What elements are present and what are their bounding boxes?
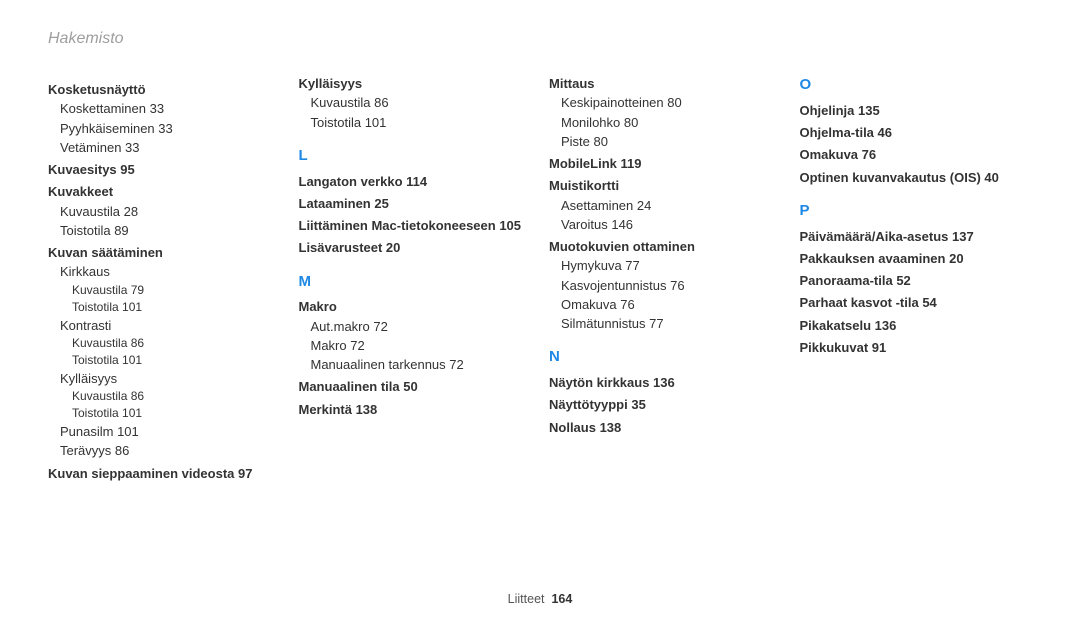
subentry: Silmätunnistus 77 bbox=[561, 316, 782, 332]
entry-merkinta: Merkintä 138 bbox=[299, 402, 532, 418]
subentry: Kuvaustila 79 bbox=[72, 283, 281, 298]
subentry: Kasvojentunnistus 76 bbox=[561, 278, 782, 294]
subentry: Makro 72 bbox=[311, 338, 532, 354]
subentry: Pyyhkäiseminen 33 bbox=[60, 121, 281, 137]
subentry: Kuvaustila 28 bbox=[60, 204, 281, 220]
subentry: Omakuva 76 bbox=[561, 297, 782, 313]
entry-parhaat: Parhaat kasvot -tila 54 bbox=[800, 295, 1033, 311]
subentry: Piste 80 bbox=[561, 134, 782, 150]
subentry: Keskipainotteinen 80 bbox=[561, 95, 782, 111]
subentry: Hymykuva 77 bbox=[561, 258, 782, 274]
subentry: Kuvaustila 86 bbox=[72, 336, 281, 351]
entry-langaton: Langaton verkko 114 bbox=[299, 174, 532, 190]
column-3: Mittaus Keskipainotteinen 80 Monilohko 8… bbox=[549, 76, 782, 484]
entry-manuaalinentila: Manuaalinen tila 50 bbox=[299, 379, 532, 395]
entry-kuvansieppaaminen: Kuvan sieppaaminen videosta 97 bbox=[48, 466, 281, 482]
subentry: Toistotila 89 bbox=[60, 223, 281, 239]
footer-section: Liitteet bbox=[508, 592, 545, 606]
entry-kyllaisyys: Kylläisyys bbox=[299, 76, 532, 92]
entry-kosketusnaytto: Kosketusnäyttö bbox=[48, 82, 281, 98]
subentry: Manuaalinen tarkennus 72 bbox=[311, 357, 532, 373]
subentry: Toistotila 101 bbox=[72, 353, 281, 368]
entry-ohjelmatila: Ohjelma-tila 46 bbox=[800, 125, 1033, 141]
entry-lataaminen: Lataaminen 25 bbox=[299, 196, 532, 212]
entry-muistikortti: Muistikortti bbox=[549, 178, 782, 194]
subentry: Toistotila 101 bbox=[311, 115, 532, 131]
entry-nollaus: Nollaus 138 bbox=[549, 420, 782, 436]
subentry-kirkkaus: Kirkkaus bbox=[60, 264, 281, 280]
subentry: Varoitus 146 bbox=[561, 217, 782, 233]
column-4: O Ohjelinja 135 Ohjelma-tila 46 Omakuva … bbox=[800, 76, 1033, 484]
index-columns: Kosketusnäyttö Koskettaminen 33 Pyyhkäis… bbox=[48, 76, 1032, 484]
entry-paivamaara: Päivämäärä/Aika-asetus 137 bbox=[800, 229, 1033, 245]
subentry: Vetäminen 33 bbox=[60, 140, 281, 156]
page-title: Hakemisto bbox=[48, 30, 1032, 48]
entry-omakuva: Omakuva 76 bbox=[800, 147, 1033, 163]
entry-pikkukuvat: Pikkukuvat 91 bbox=[800, 340, 1033, 356]
subentry-kyllaisyys: Kylläisyys bbox=[60, 371, 281, 387]
subentry: Aut.makro 72 bbox=[311, 319, 532, 335]
subentry: Asettaminen 24 bbox=[561, 198, 782, 214]
column-2: Kylläisyys Kuvaustila 86 Toistotila 101 … bbox=[299, 76, 532, 484]
footer-page-number: 164 bbox=[551, 592, 572, 606]
entry-kuvansaataminen: Kuvan säätäminen bbox=[48, 245, 281, 261]
entry-lisavarusteet: Lisävarusteet 20 bbox=[299, 240, 532, 256]
entry-liittaminen: Liittäminen Mac-tietokoneeseen 105 bbox=[299, 218, 532, 234]
entry-mittaus: Mittaus bbox=[549, 76, 782, 92]
entry-makro: Makro bbox=[299, 299, 532, 315]
entry-panoraama: Panoraama-tila 52 bbox=[800, 273, 1033, 289]
subentry: Toistotila 101 bbox=[72, 406, 281, 421]
entry-nayttotyyppi: Näyttötyyppi 35 bbox=[549, 397, 782, 413]
subentry: Kuvaustila 86 bbox=[72, 389, 281, 404]
entry-mobilelink: MobileLink 119 bbox=[549, 156, 782, 172]
subentry: Punasilm 101 bbox=[60, 424, 281, 440]
subentry: Koskettaminen 33 bbox=[60, 101, 281, 117]
entry-muotokuvien: Muotokuvien ottaminen bbox=[549, 239, 782, 255]
entry-kuvakkeet: Kuvakkeet bbox=[48, 184, 281, 200]
column-1: Kosketusnäyttö Koskettaminen 33 Pyyhkäis… bbox=[48, 76, 281, 484]
entry-ohjelinja: Ohjelinja 135 bbox=[800, 103, 1033, 119]
footer: Liitteet 164 bbox=[0, 592, 1080, 606]
subentry: Terävyys 86 bbox=[60, 443, 281, 459]
letter-M: M bbox=[299, 273, 532, 292]
subentry: Kuvaustila 86 bbox=[311, 95, 532, 111]
letter-L: L bbox=[299, 147, 532, 166]
subentry: Monilohko 80 bbox=[561, 115, 782, 131]
letter-O: O bbox=[800, 76, 1033, 95]
entry-optinen: Optinen kuvanvakautus (OIS) 40 bbox=[800, 170, 1033, 186]
entry-pikakatselu: Pikakatselu 136 bbox=[800, 318, 1033, 334]
entry-kuvaesitys: Kuvaesitys 95 bbox=[48, 162, 281, 178]
letter-N: N bbox=[549, 348, 782, 367]
entry-pakkauksen: Pakkauksen avaaminen 20 bbox=[800, 251, 1033, 267]
entry-naytonkirkkaus: Näytön kirkkaus 136 bbox=[549, 375, 782, 391]
subentry-kontrasti: Kontrasti bbox=[60, 318, 281, 334]
letter-P: P bbox=[800, 202, 1033, 221]
subentry: Toistotila 101 bbox=[72, 300, 281, 315]
